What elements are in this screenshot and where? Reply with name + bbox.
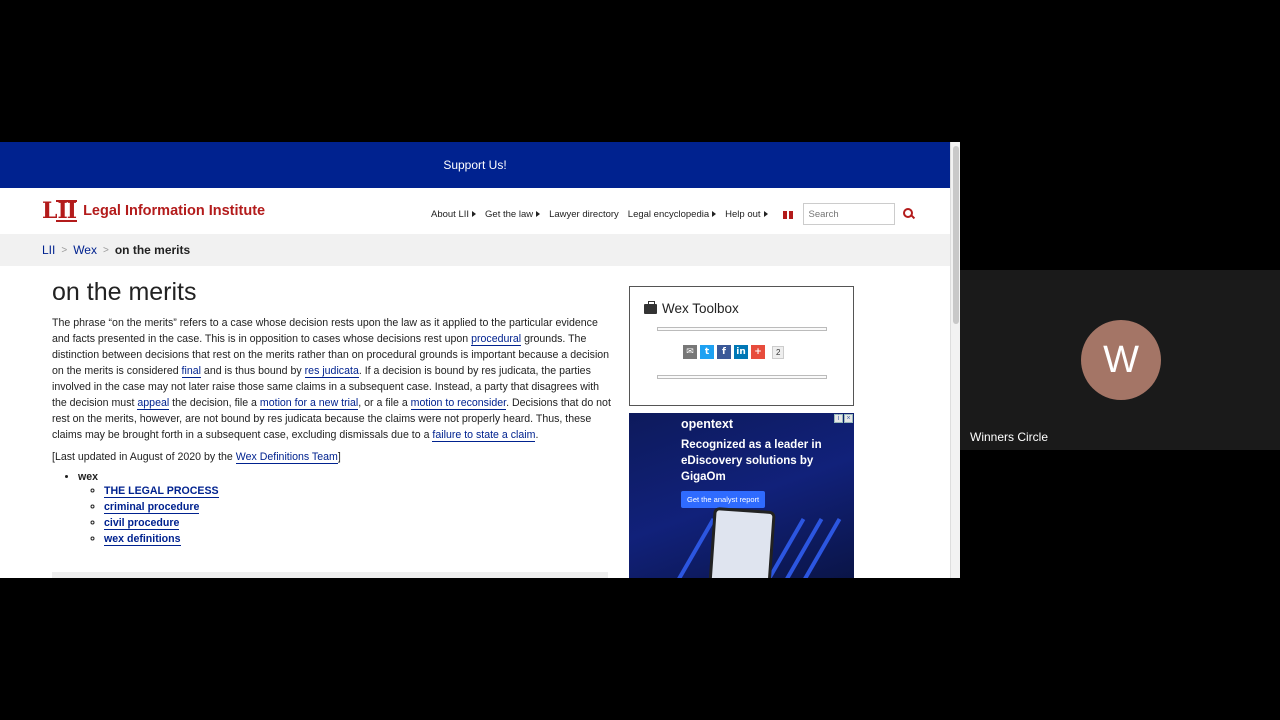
participant-name: Winners Circle [970, 430, 1049, 444]
breadcrumb-wex[interactable]: Wex [73, 243, 97, 257]
facebook-share-icon[interactable]: f [717, 345, 731, 359]
toolbox-title-label: Wex Toolbox [662, 301, 739, 316]
list-item: civil procedure [104, 515, 612, 531]
ad-info-icon[interactable]: i [834, 414, 843, 423]
link-final[interactable]: final [181, 365, 201, 378]
caret-right-icon [763, 211, 768, 217]
text-segment: and is thus bound by [200, 365, 305, 377]
site-header: LII Legal Information Institute About LI… [0, 188, 950, 234]
list-item: criminal procedure [104, 499, 612, 515]
ad-brand: opentext [681, 417, 734, 431]
lii-logo-mark: LII [42, 198, 78, 224]
link-procedural[interactable]: procedural [471, 333, 522, 346]
site-logo[interactable]: LII Legal Information Institute [42, 198, 265, 224]
definition-paragraph: The phrase “on the merits” refers to a c… [52, 315, 612, 443]
topic-root-label: wex [78, 471, 99, 483]
main-nav: About LII Get the law Lawyer directory L… [431, 203, 915, 225]
linkedin-share-icon[interactable]: in [734, 345, 748, 359]
nav-get-law-label: Get the law [485, 208, 534, 220]
gift-icon[interactable] [782, 209, 793, 219]
breadcrumb-separator-icon: > [61, 244, 68, 256]
shared-screen: Support Us! LII Legal Information Instit… [0, 142, 960, 578]
text-segment: the decision, file a [169, 397, 260, 409]
support-link[interactable]: Support Us! [443, 158, 506, 172]
link-motion-new-trial[interactable]: motion for a new trial [259, 397, 359, 410]
toolbox-title: Wex Toolbox [644, 300, 739, 316]
text-segment: [Last updated in August of 2020 by the [52, 451, 236, 463]
scrollbar[interactable] [950, 142, 960, 578]
toolbox-divider [657, 375, 827, 379]
nav-help-out-label: Help out [725, 208, 761, 220]
search-input[interactable] [802, 203, 895, 225]
scrollbar-thumb[interactable] [953, 146, 959, 324]
topic-link[interactable]: civil procedure [104, 517, 180, 530]
link-failure-state-claim[interactable]: failure to state a claim [432, 429, 536, 442]
list-item: wex definitions [104, 531, 612, 547]
support-banner[interactable]: Support Us! [0, 142, 950, 188]
wex-toolbox: Wex Toolbox ✉ t f in + 2 [629, 286, 854, 406]
breadcrumb-separator-icon: > [102, 244, 109, 256]
caret-right-icon [712, 211, 717, 217]
topic-list: wex THE LEGAL PROCESS criminal procedure… [52, 471, 612, 547]
breadcrumb: LII > Wex > on the merits [0, 234, 950, 266]
text-segment: . [535, 429, 539, 441]
content-divider [52, 572, 608, 578]
topic-link[interactable]: criminal procedure [104, 501, 200, 514]
advertisement[interactable]: i × opentext Recognized as a leader in e… [629, 413, 854, 578]
ad-cta-button[interactable]: Get the analyst report [681, 491, 766, 508]
link-wex-definitions-team[interactable]: Wex Definitions Team [235, 451, 338, 464]
page-title: on the merits [52, 278, 197, 306]
nav-about[interactable]: About LII [431, 208, 477, 220]
close-icon[interactable]: × [844, 414, 853, 423]
nav-get-law[interactable]: Get the law [485, 208, 541, 220]
nav-help-out[interactable]: Help out [725, 208, 768, 220]
article: on the merits The phrase “on the merits”… [52, 278, 612, 547]
text-segment: ] [337, 451, 341, 463]
ad-decoration [666, 518, 716, 578]
topic-link[interactable]: THE LEGAL PROCESS [104, 485, 219, 498]
email-share-icon[interactable]: ✉ [683, 345, 697, 359]
link-appeal[interactable]: appeal [137, 397, 170, 410]
list-item: THE LEGAL PROCESS [104, 483, 612, 499]
ad-controls: i × [833, 414, 853, 423]
search-icon[interactable] [902, 208, 915, 220]
toolbox-divider [657, 327, 827, 331]
link-motion-reconsider[interactable]: motion to reconsider [410, 397, 507, 410]
last-updated: [Last updated in August of 2020 by the W… [52, 449, 612, 465]
briefcase-icon [644, 300, 657, 314]
topic-root: wex THE LEGAL PROCESS criminal procedure… [78, 471, 612, 547]
link-res-judicata[interactable]: res judicata [304, 365, 359, 378]
logo-text: Legal Information Institute [83, 203, 266, 219]
tablet-image [708, 506, 776, 578]
text-segment: , or a file a [358, 397, 411, 409]
breadcrumb-current: on the merits [114, 243, 191, 257]
caret-right-icon [472, 211, 477, 217]
nav-legal-encyclopedia[interactable]: Legal encyclopedia [627, 208, 717, 220]
caret-right-icon [536, 211, 541, 217]
share-buttons: ✉ t f in + 2 [683, 345, 785, 359]
more-share-icon[interactable]: + [751, 345, 765, 359]
nav-about-label: About LII [431, 208, 470, 220]
nav-legal-encyclopedia-label: Legal encyclopedia [627, 208, 710, 220]
nav-lawyer-directory[interactable]: Lawyer directory [549, 209, 619, 220]
avatar: W [1081, 320, 1161, 400]
topic-link[interactable]: wex definitions [104, 533, 181, 546]
breadcrumb-lii[interactable]: LII [42, 243, 55, 257]
nav-lawyer-directory-label: Lawyer directory [549, 208, 619, 220]
participant-tile[interactable]: W Winners Circle [960, 270, 1280, 450]
share-count: 2 [772, 345, 785, 359]
ad-headline: Recognized as a leader in eDiscovery sol… [681, 439, 822, 483]
twitter-share-icon[interactable]: t [700, 345, 714, 359]
